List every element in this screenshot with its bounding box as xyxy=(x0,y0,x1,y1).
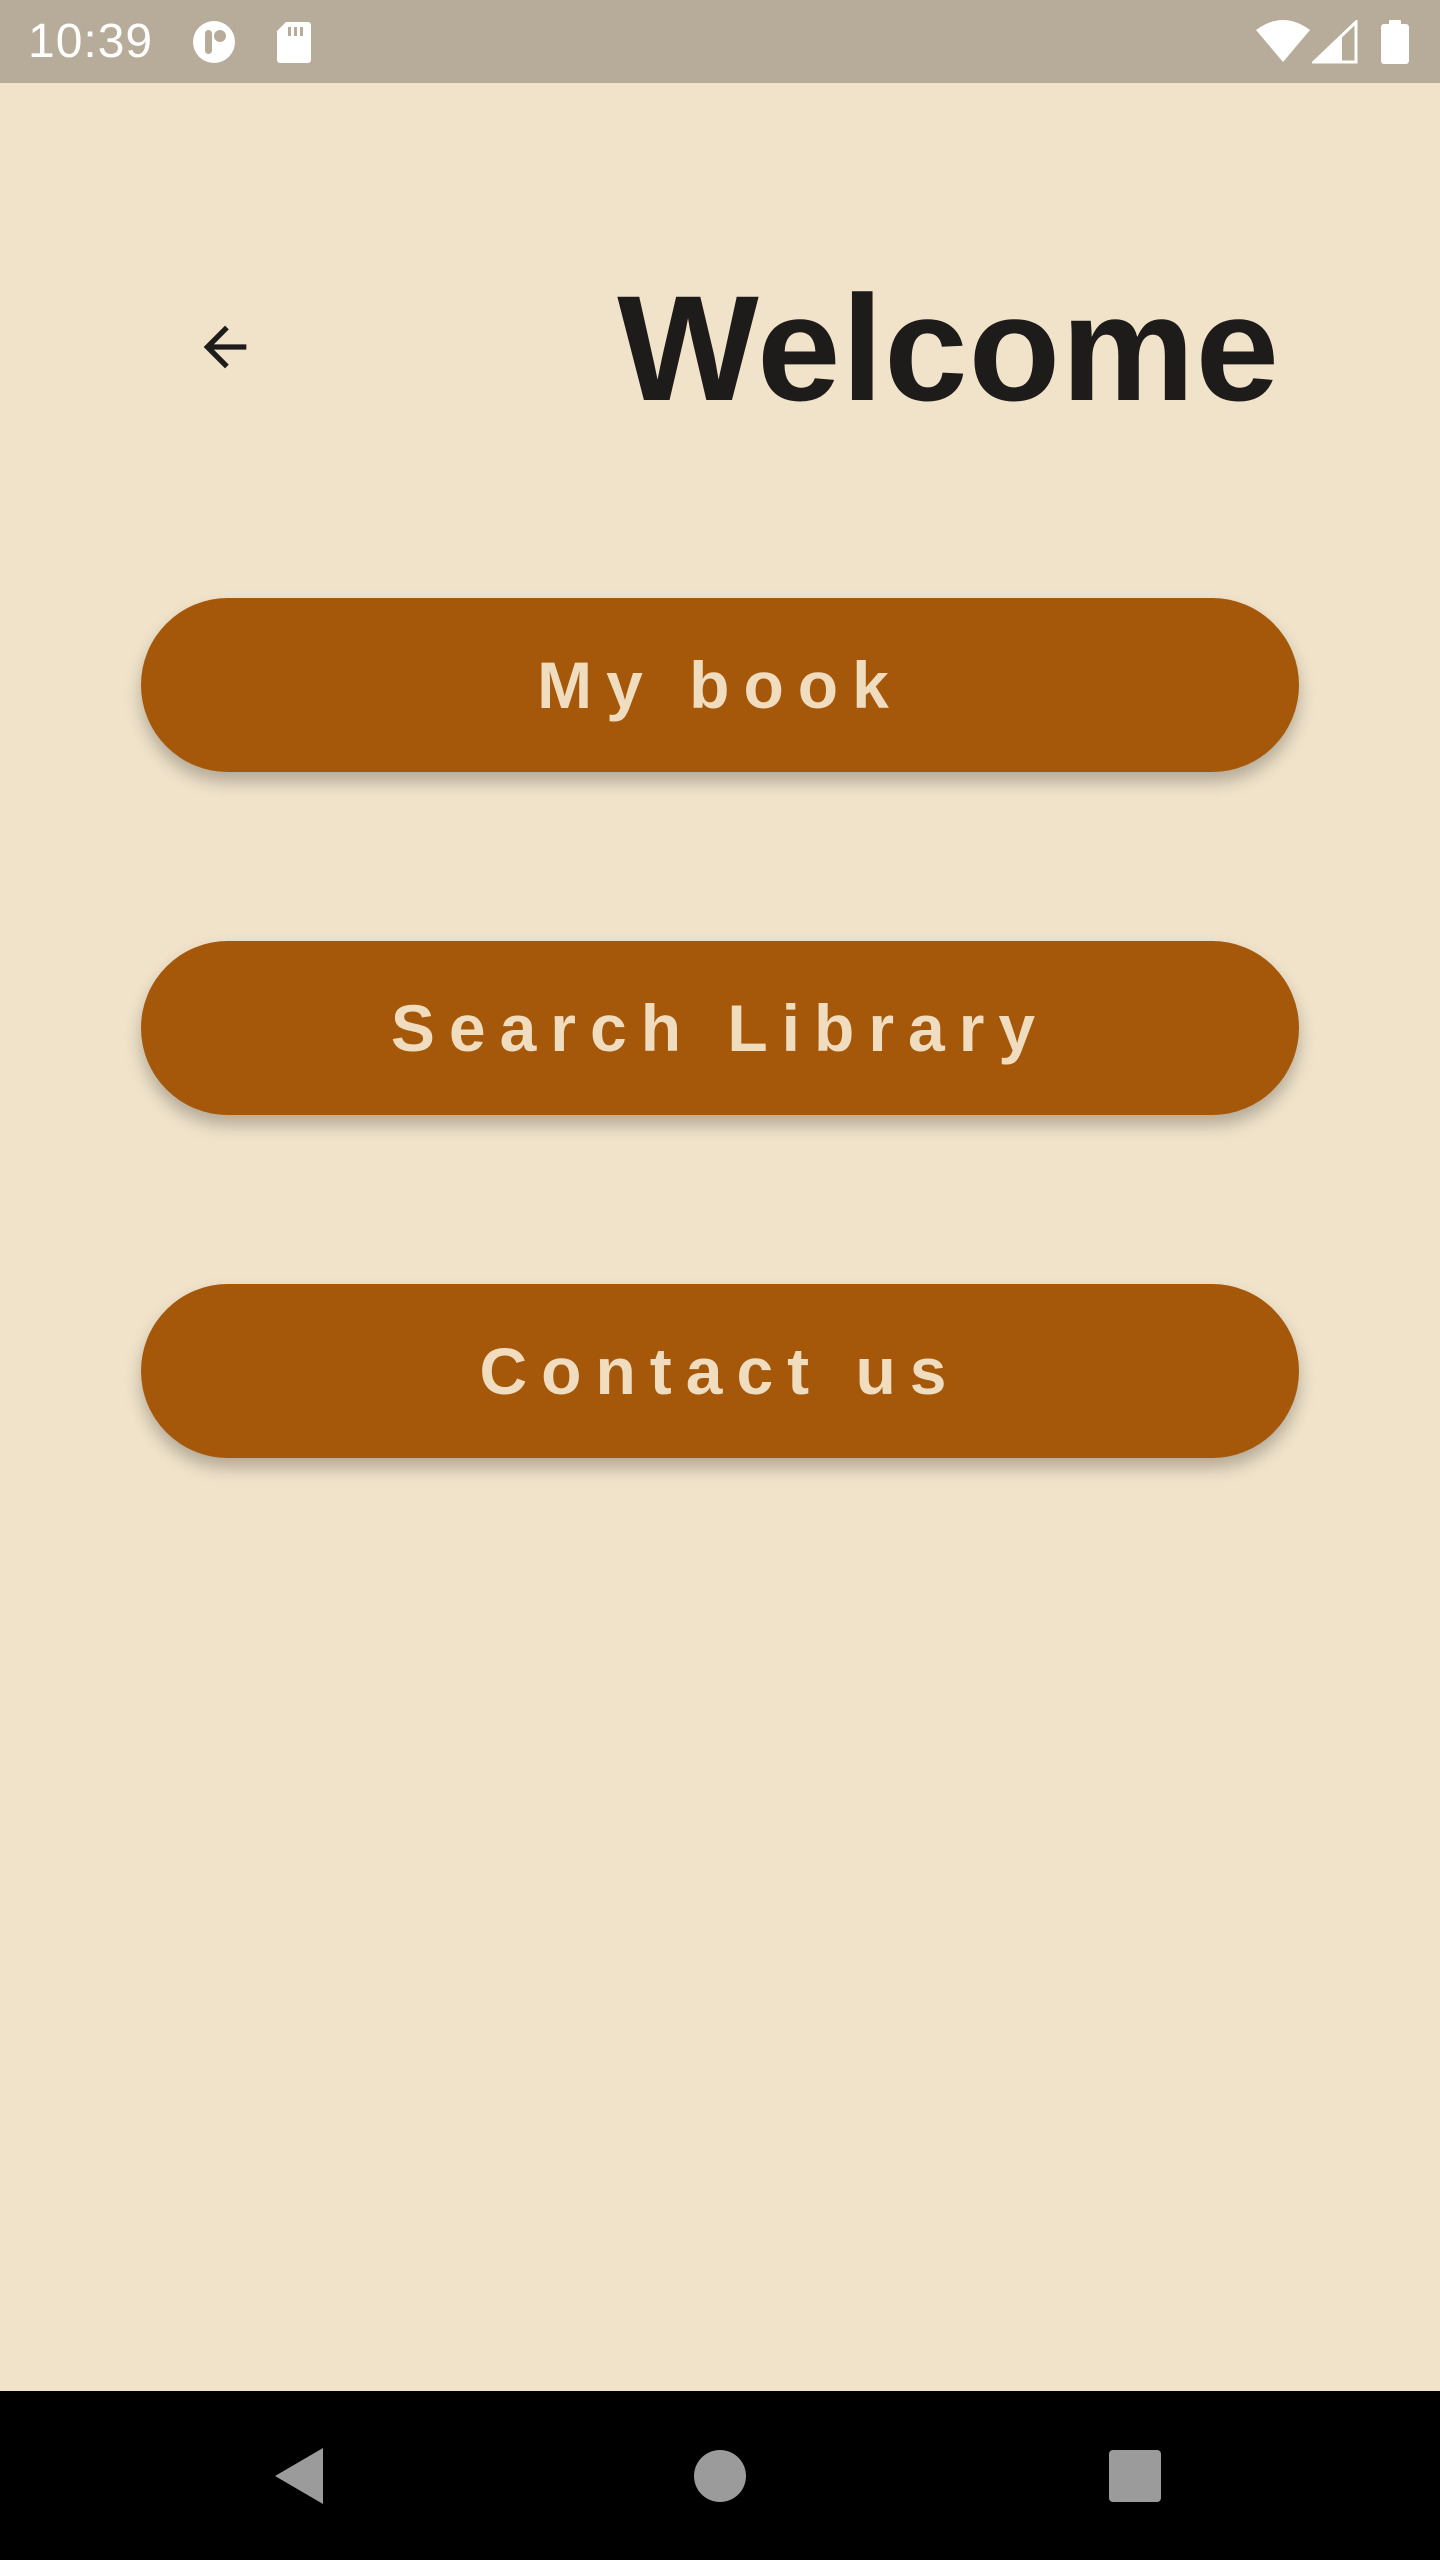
contact-us-label: Contact us xyxy=(479,1334,961,1408)
status-bar: 10:39 xyxy=(0,0,1440,83)
nav-recents-button[interactable] xyxy=(1090,2431,1180,2521)
back-button[interactable] xyxy=(180,302,270,392)
contact-us-button[interactable]: Contact us xyxy=(141,1284,1299,1458)
cell-signal-icon xyxy=(1312,20,1358,64)
sd-card-icon xyxy=(277,22,311,63)
status-time: 10:39 xyxy=(28,15,154,68)
page-title: Welcome xyxy=(617,264,1280,432)
home-circle-icon xyxy=(694,2450,746,2502)
my-book-button[interactable]: My book xyxy=(141,598,1299,772)
battery-icon xyxy=(1381,20,1409,64)
arrow-left-icon xyxy=(203,325,247,369)
recents-square-icon xyxy=(1109,2450,1161,2502)
app-content: Welcome My book Search Library Contact u… xyxy=(0,83,1440,2391)
nav-home-button[interactable] xyxy=(675,2431,765,2521)
my-book-label: My book xyxy=(537,648,903,722)
wifi-icon xyxy=(1256,20,1310,62)
navigation-bar xyxy=(0,2391,1440,2560)
nav-back-button[interactable] xyxy=(256,2431,346,2521)
back-triangle-icon xyxy=(275,2448,323,2504)
assistant-icon xyxy=(193,21,235,63)
search-library-button[interactable]: Search Library xyxy=(141,941,1299,1115)
search-library-label: Search Library xyxy=(390,991,1050,1065)
